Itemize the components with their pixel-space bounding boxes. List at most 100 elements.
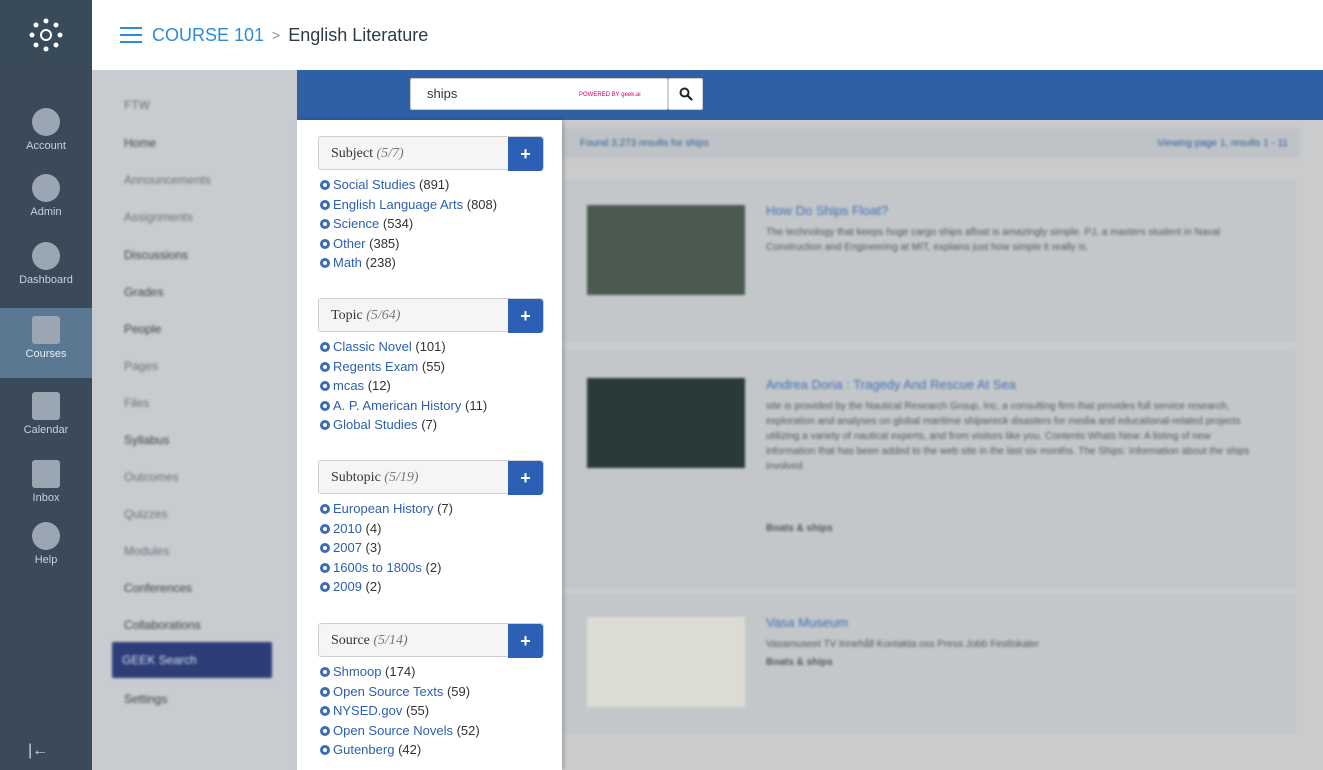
- course-nav-item[interactable]: Quizzes: [124, 507, 167, 521]
- facet-option[interactable]: 2009 (2): [320, 577, 544, 597]
- courses-icon: [32, 316, 60, 344]
- result-card[interactable]: How Do Ships Float? The technology that …: [560, 182, 1295, 340]
- result-tag: Boats & ships: [766, 523, 833, 534]
- hamburger-menu-icon[interactable]: [120, 27, 142, 43]
- facet-option[interactable]: 2010 (4): [320, 519, 544, 539]
- breadcrumb-course-link[interactable]: COURSE 101: [152, 25, 264, 46]
- facet-topic: Topic (5/64) + Classic Novel (101) Regen…: [318, 298, 544, 435]
- facet-option[interactable]: A. P. American History (11): [320, 396, 544, 416]
- facet-option[interactable]: 1600s to 1800s (2): [320, 558, 544, 578]
- collapse-nav-icon[interactable]: |←: [28, 742, 48, 760]
- result-card[interactable]: Andrea Doria : Tragedy And Rescue At Sea…: [560, 352, 1295, 586]
- expand-facet-button[interactable]: +: [508, 461, 543, 495]
- result-title[interactable]: How Do Ships Float?: [766, 203, 888, 218]
- course-nav-item[interactable]: FTW: [124, 98, 150, 112]
- radio-dot-icon: [320, 180, 330, 190]
- facet-header: Source (5/14) +: [318, 623, 544, 658]
- radio-dot-icon: [320, 199, 330, 210]
- facet-option[interactable]: mcas (12): [320, 376, 544, 396]
- search-icon: [679, 87, 693, 101]
- result-description: site is provided by the Nautical Researc…: [766, 401, 1250, 472]
- course-nav-item[interactable]: Syllabus: [124, 433, 169, 447]
- course-nav-item[interactable]: People: [124, 322, 161, 336]
- radio-dot-icon: [320, 706, 330, 716]
- global-nav-help[interactable]: Help: [0, 514, 92, 578]
- facet-option[interactable]: Social Studies (891): [320, 175, 544, 195]
- radio-dot-icon: [320, 342, 330, 352]
- radio-dot-icon: [320, 667, 330, 677]
- course-nav-item[interactable]: Home: [124, 136, 156, 150]
- radio-dot-icon: [320, 686, 330, 697]
- global-nav-inbox[interactable]: Inbox: [0, 452, 92, 516]
- course-nav-item[interactable]: Discussions: [124, 248, 188, 262]
- course-nav-item[interactable]: Outcomes: [124, 470, 179, 484]
- course-nav-item[interactable]: Pages: [124, 359, 158, 373]
- facet-option[interactable]: Gutenberg (42): [320, 740, 544, 760]
- expand-facet-button[interactable]: +: [508, 624, 543, 658]
- radio-dot-icon: [320, 400, 330, 411]
- global-nav-dashboard[interactable]: Dashboard: [0, 234, 92, 298]
- results-paging: Viewing page 1, results 1 - 11: [1157, 138, 1288, 149]
- facet-title: Source: [331, 633, 370, 648]
- course-nav-item[interactable]: Settings: [124, 692, 167, 706]
- facet-option[interactable]: Shmoop (174): [320, 662, 544, 682]
- facet-option[interactable]: English Language Arts (808): [320, 195, 544, 215]
- powered-by-label: POWERED BY geek.ai: [579, 92, 641, 98]
- facet-list: European History (7) 2010 (4) 2007 (3) 1…: [318, 494, 544, 597]
- result-thumbnail[interactable]: [587, 205, 745, 295]
- search-input-value: ships: [427, 86, 458, 101]
- global-nav-calendar[interactable]: Calendar: [0, 384, 92, 448]
- account-icon: [32, 108, 60, 136]
- facet-option[interactable]: 2007 (3): [320, 538, 544, 558]
- breadcrumb-separator: >: [272, 27, 281, 43]
- course-nav-item[interactable]: Files: [124, 396, 149, 410]
- facet-option[interactable]: Global Studies (7): [320, 415, 544, 435]
- course-nav-item[interactable]: Grades: [124, 285, 163, 299]
- course-nav-item[interactable]: Announcements: [124, 173, 211, 187]
- facet-option[interactable]: Other (385): [320, 234, 544, 254]
- calendar-icon: [32, 392, 60, 420]
- help-icon: [32, 522, 60, 550]
- search-input[interactable]: ships POWERED BY geek.ai: [410, 78, 668, 110]
- facets-panel: Subject (5/7) + Social Studies (891) Eng…: [297, 120, 562, 770]
- facet-option[interactable]: Regents Exam (55): [320, 357, 544, 377]
- radio-dot-icon: [320, 219, 330, 229]
- radio-dot-icon: [320, 745, 330, 755]
- facet-count: (5/19): [384, 470, 419, 485]
- facet-title: Subject: [331, 146, 373, 161]
- course-nav-item[interactable]: Collaborations: [124, 618, 201, 632]
- radio-dot-icon: [320, 543, 330, 553]
- facet-list: Classic Novel (101) Regents Exam (55) mc…: [318, 332, 544, 435]
- course-nav-item[interactable]: Assignments: [124, 210, 193, 224]
- search-button[interactable]: [668, 78, 703, 110]
- facet-option[interactable]: Science (534): [320, 214, 544, 234]
- facet-option[interactable]: NYSED.gov (55): [320, 701, 544, 721]
- result-description: The technology that keeps huge cargo shi…: [766, 227, 1221, 253]
- facet-option[interactable]: Open Source Novels (52): [320, 721, 544, 741]
- facet-list: Shmoop (174) Open Source Texts (59) NYSE…: [318, 657, 544, 760]
- facet-header: Subtopic (5/19) +: [318, 460, 544, 495]
- global-nav: Account Admin Dashboard Courses Calendar…: [0, 0, 92, 770]
- course-nav-item[interactable]: Conferences: [124, 581, 192, 595]
- dashboard-icon: [32, 242, 60, 270]
- facet-subtopic: Subtopic (5/19) + European History (7) 2…: [318, 460, 544, 597]
- course-nav-item[interactable]: Modules: [124, 544, 169, 558]
- facet-option[interactable]: Classic Novel (101): [320, 337, 544, 357]
- global-nav-courses[interactable]: Courses: [0, 308, 92, 378]
- facet-option[interactable]: European History (7): [320, 499, 544, 519]
- expand-facet-button[interactable]: +: [508, 137, 543, 171]
- facet-option[interactable]: Open Source Texts (59): [320, 682, 544, 702]
- canvas-logo[interactable]: [0, 0, 92, 70]
- result-thumbnail[interactable]: [587, 378, 745, 468]
- result-tag: Boats & ships: [766, 657, 833, 668]
- result-card[interactable]: Vasa Museum Vasamuseet TV Innehåll Konta…: [560, 596, 1295, 732]
- global-nav-admin[interactable]: Admin: [0, 166, 92, 230]
- expand-facet-button[interactable]: +: [508, 299, 543, 333]
- global-nav-account[interactable]: Account: [0, 100, 92, 164]
- result-thumbnail[interactable]: [587, 617, 745, 707]
- course-nav-item-active[interactable]: GEEK Search: [112, 642, 272, 678]
- facet-header: Subject (5/7) +: [318, 136, 544, 171]
- result-title[interactable]: Vasa Museum: [766, 615, 848, 630]
- result-title[interactable]: Andrea Doria : Tragedy And Rescue At Sea: [766, 377, 1016, 392]
- facet-option[interactable]: Math (238): [320, 253, 544, 273]
